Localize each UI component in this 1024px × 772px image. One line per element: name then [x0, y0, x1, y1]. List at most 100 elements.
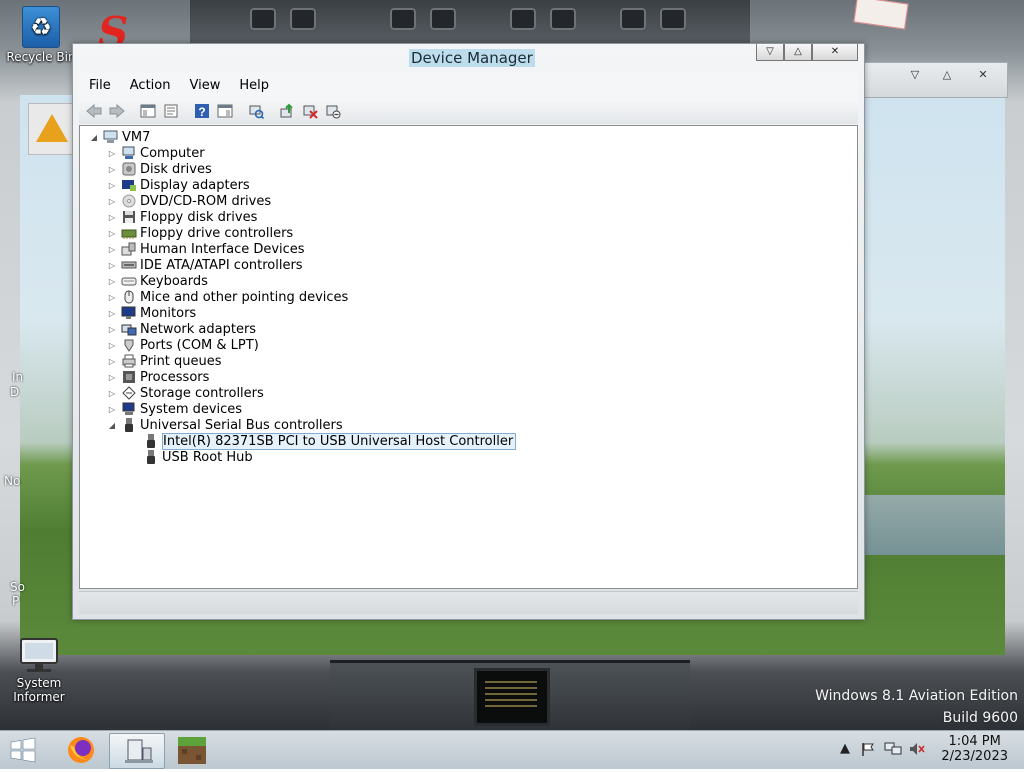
device-category-item[interactable]: ▷ Human Interface Devices — [106, 241, 305, 257]
minecraft-grass-block-icon — [178, 737, 206, 764]
show-hidden-icons[interactable]: ▲ — [840, 741, 850, 756]
usb-root-hub-item[interactable]: USB Root Hub — [140, 449, 253, 465]
device-category-item[interactable]: ▷ DVD/CD-ROM drives — [106, 193, 271, 209]
collapse-arrow-icon[interactable]: ◢ — [106, 421, 118, 430]
warning-desktop-icon[interactable] — [28, 103, 76, 155]
system-informer-desktop-icon[interactable]: System Informer — [4, 636, 74, 704]
usb-root-hub-label: USB Root Hub — [162, 449, 253, 465]
expand-arrow-icon[interactable]: ▷ — [106, 357, 118, 366]
show-hide-action-pane-icon[interactable] — [214, 101, 235, 121]
expand-arrow-icon[interactable]: ▷ — [106, 293, 118, 302]
cd-drive-icon — [122, 194, 136, 208]
clock-time: 1:04 PM — [948, 734, 1001, 749]
expand-arrow-icon[interactable]: ▷ — [106, 309, 118, 318]
menu-view[interactable]: View — [179, 78, 229, 93]
tree-root[interactable]: ◢ VM7 — [88, 129, 150, 145]
device-category-label: Storage controllers — [140, 385, 264, 401]
device-category-item[interactable]: ▷ Display adapters — [106, 177, 250, 193]
expand-arrow-icon[interactable]: ▷ — [106, 373, 118, 382]
disk-drive-icon — [122, 162, 136, 176]
forward-icon[interactable] — [106, 101, 127, 121]
window-titlebar[interactable]: Device Manager ▽ △ ✕ — [73, 44, 864, 72]
network-icon[interactable] — [884, 741, 902, 757]
device-category-item[interactable]: ▷ Mice and other pointing devices — [106, 289, 348, 305]
action-center-flag-icon[interactable] — [860, 741, 876, 757]
device-category-label: Processors — [140, 369, 210, 385]
clock[interactable]: 1:04 PM 2/23/2023 — [941, 734, 1008, 764]
start-button[interactable] — [8, 737, 38, 763]
expand-arrow-icon[interactable]: ▷ — [106, 197, 118, 206]
volume-muted-icon[interactable] — [908, 741, 926, 757]
windows-logo-icon — [10, 737, 36, 763]
update-driver-icon[interactable] — [276, 101, 297, 121]
monitor-icon — [121, 306, 136, 319]
maximize-button[interactable]: △ — [784, 44, 812, 61]
disable-device-icon[interactable] — [322, 101, 343, 121]
device-category-label: Computer — [140, 145, 205, 161]
device-category-item[interactable]: ▷ Processors — [106, 369, 209, 385]
background-maximize-icon[interactable]: △ — [934, 67, 960, 83]
expand-arrow-icon[interactable]: ▷ — [106, 341, 118, 350]
menu-help[interactable]: Help — [229, 78, 278, 93]
collapse-arrow-icon[interactable]: ◢ — [88, 133, 100, 142]
keyboard-icon — [121, 277, 137, 286]
expand-arrow-icon[interactable]: ▷ — [106, 181, 118, 190]
network-adapter-icon — [121, 324, 137, 336]
device-category-item[interactable]: ▷ Ports (COM & LPT) — [106, 337, 259, 353]
device-category-item[interactable]: ▷ Monitors — [106, 305, 196, 321]
minecraft-taskbar-button[interactable] — [166, 733, 220, 767]
menu-action[interactable]: Action — [120, 78, 180, 93]
device-category-item[interactable]: ▷ Network adapters — [106, 321, 256, 337]
device-category-item[interactable]: ▷ Floppy disk drives — [106, 209, 257, 225]
firefox-icon — [68, 737, 94, 763]
processor-icon — [123, 371, 135, 383]
device-category-item[interactable]: ◢ Universal Serial Bus controllers — [106, 417, 343, 433]
recycle-bin-desktop-icon[interactable]: ♻ Recycle Bin — [2, 6, 80, 64]
background-close-icon[interactable]: ✕ — [970, 67, 996, 83]
device-category-item[interactable]: ▷ Storage controllers — [106, 385, 264, 401]
firefox-taskbar-button[interactable] — [54, 733, 108, 767]
partial-desktop-label: No — [4, 474, 21, 488]
device-manager-window: Device Manager ▽ △ ✕ File Action View He… — [72, 43, 865, 620]
device-manager-taskbar-button[interactable] — [109, 733, 165, 769]
expand-arrow-icon[interactable]: ▷ — [106, 277, 118, 286]
help-icon[interactable]: ? — [191, 101, 212, 121]
expand-arrow-icon[interactable]: ▷ — [106, 213, 118, 222]
hid-icon — [121, 242, 136, 256]
menu-file[interactable]: File — [79, 78, 120, 93]
expand-arrow-icon[interactable]: ▷ — [106, 149, 118, 158]
device-category-item[interactable]: ▷ Floppy drive controllers — [106, 225, 293, 241]
device-category-label: Monitors — [140, 305, 197, 321]
usb-host-controller-item[interactable]: Intel(R) 82371SB PCI to USB Universal Ho… — [140, 432, 517, 450]
background-window-titlebar[interactable]: ▽ △ ✕ — [862, 62, 1008, 98]
properties-icon[interactable] — [160, 101, 181, 121]
toolbar-separator — [129, 101, 135, 121]
expand-arrow-icon[interactable]: ▷ — [106, 245, 118, 254]
device-category-item[interactable]: ▷ Keyboards — [106, 273, 208, 289]
device-category-item[interactable]: ▷ Disk drives — [106, 161, 212, 177]
show-hide-console-tree-icon[interactable] — [137, 101, 158, 121]
expand-arrow-icon[interactable]: ▷ — [106, 165, 118, 174]
close-button[interactable]: ✕ — [812, 44, 858, 61]
back-icon[interactable] — [83, 101, 104, 121]
wallpaper-sticker — [853, 0, 909, 30]
minimize-button[interactable]: ▽ — [756, 44, 784, 61]
device-category-item[interactable]: ▷ IDE ATA/ATAPI controllers — [106, 257, 303, 273]
device-category-item[interactable]: ▷ Print queues — [106, 353, 222, 369]
device-category-item[interactable]: ▷ System devices — [106, 401, 242, 417]
expand-arrow-icon[interactable]: ▷ — [106, 229, 118, 238]
expand-arrow-icon[interactable]: ▷ — [106, 261, 118, 270]
toolbar-separator — [237, 101, 243, 121]
expand-arrow-icon[interactable]: ▷ — [106, 389, 118, 398]
tree-root-label: VM7 — [122, 129, 151, 145]
svg-text:?: ? — [198, 105, 205, 119]
floppy-disk-icon — [123, 211, 135, 223]
expand-arrow-icon[interactable]: ▷ — [106, 405, 118, 414]
background-minimize-icon[interactable]: ▽ — [902, 67, 928, 83]
expand-arrow-icon[interactable]: ▷ — [106, 325, 118, 334]
toolbar: ? — [79, 98, 858, 124]
uninstall-device-icon[interactable] — [299, 101, 320, 121]
device-category-item[interactable]: ▷ Computer — [106, 145, 205, 161]
scan-hardware-icon[interactable] — [245, 101, 266, 121]
system-informer-label-1: System — [16, 676, 62, 690]
